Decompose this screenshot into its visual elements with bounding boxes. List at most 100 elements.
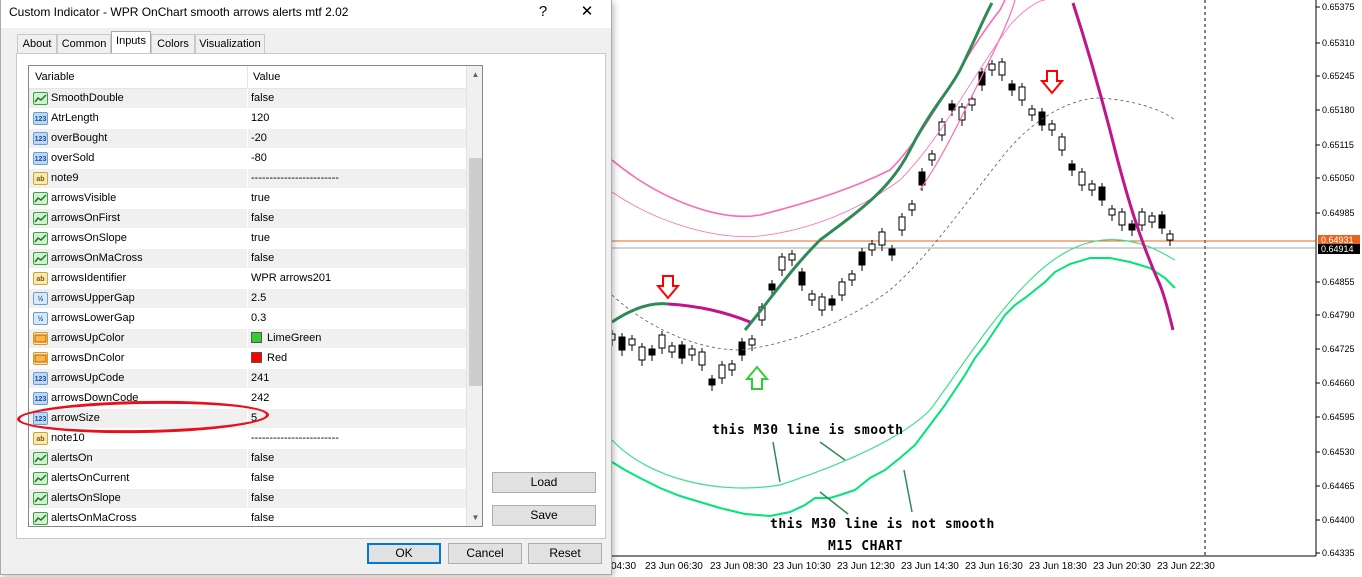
- table-row[interactable]: arrowsUpColor LimeGreen: [29, 329, 466, 349]
- ok-button[interactable]: OK: [367, 543, 441, 564]
- candle-body: [1138, 211, 1146, 226]
- table-row[interactable]: arrowsOnSlope true: [29, 229, 466, 249]
- tab-common[interactable]: Common: [57, 34, 111, 53]
- table-row[interactable]: arrowsOnFirst false: [29, 209, 466, 229]
- table-row[interactable]: arrowsOnMaCross false: [29, 249, 466, 269]
- column-variable[interactable]: Variable: [35, 71, 75, 83]
- save-button[interactable]: Save: [492, 505, 596, 526]
- param-value[interactable]: false: [251, 512, 274, 524]
- param-value[interactable]: 241: [251, 372, 269, 384]
- param-value[interactable]: ------------------------: [251, 172, 339, 184]
- table-row[interactable]: 123 arrowsUpCode 241: [29, 369, 466, 389]
- param-name: arrowsUpperGap: [51, 292, 135, 304]
- table-header: Variable Value: [29, 66, 466, 89]
- table-row[interactable]: ab note9 ------------------------: [29, 169, 466, 189]
- param-value[interactable]: false: [251, 452, 274, 464]
- annotation-not-smooth: this M30 line is not smooth: [770, 517, 995, 532]
- help-button[interactable]: ?: [523, 2, 563, 24]
- param-value[interactable]: false: [251, 472, 274, 484]
- param-value[interactable]: Red: [251, 352, 287, 364]
- param-value[interactable]: true: [251, 232, 270, 244]
- table-row[interactable]: 123 overSold -80: [29, 149, 466, 169]
- candle-body: [988, 63, 996, 71]
- param-value[interactable]: 2.5: [251, 292, 266, 304]
- param-value[interactable]: ------------------------: [251, 432, 339, 444]
- candle-body: [828, 298, 836, 306]
- param-value[interactable]: LimeGreen: [251, 332, 321, 344]
- param-type-icon: [33, 92, 48, 105]
- table-row[interactable]: 123 overBought -20: [29, 129, 466, 149]
- time-tick-label: 23 Jun 08:30: [710, 561, 768, 572]
- time-tick-label: 23 Jun 20:30: [1093, 561, 1151, 572]
- candle-body: [728, 363, 736, 371]
- candle-body: [698, 351, 706, 366]
- table-scrollbar[interactable]: ▲ ▼: [466, 66, 482, 526]
- table-row[interactable]: alertsOnMaCross false: [29, 509, 466, 526]
- param-value[interactable]: false: [251, 92, 274, 104]
- annotation-chart-period: M15 CHART: [828, 539, 903, 554]
- param-name: arrowsOnMaCross: [51, 252, 143, 264]
- param-type-icon: [33, 512, 48, 525]
- param-value[interactable]: false: [251, 212, 274, 224]
- param-value[interactable]: WPR arrows201: [251, 272, 331, 284]
- table-row[interactable]: ab arrowsIdentifier WPR arrows201: [29, 269, 466, 289]
- param-value[interactable]: 0.3: [251, 312, 266, 324]
- table-row[interactable]: alertsOnCurrent false: [29, 469, 466, 489]
- load-button[interactable]: Load: [492, 472, 596, 493]
- price-tag-bid: 0.64914: [1318, 244, 1360, 254]
- dialog-titlebar[interactable]: Custom Indicator - WPR OnChart smooth ar…: [1, 0, 611, 28]
- param-value[interactable]: false: [251, 252, 274, 264]
- param-value[interactable]: 120: [251, 112, 269, 124]
- close-button[interactable]: ✕: [567, 2, 607, 24]
- param-value[interactable]: 242: [251, 392, 269, 404]
- tab-visualization[interactable]: Visualization: [195, 34, 265, 53]
- tab-colors[interactable]: Colors: [151, 34, 195, 53]
- time-tick-label: 23 Jun 12:30: [837, 561, 895, 572]
- param-value[interactable]: true: [251, 192, 270, 204]
- cancel-button[interactable]: Cancel: [448, 543, 522, 564]
- candle-body: [678, 344, 686, 359]
- table-row[interactable]: arrowsDnColor Red: [29, 349, 466, 369]
- reset-button[interactable]: Reset: [528, 543, 602, 564]
- table-row[interactable]: 123 AtrLength 120: [29, 109, 466, 129]
- param-type-icon: [33, 472, 48, 485]
- candle-body: [688, 348, 696, 356]
- svg-text:0.64914: 0.64914: [1321, 244, 1354, 254]
- candle-body: [1058, 136, 1066, 151]
- param-value[interactable]: -20: [251, 132, 267, 144]
- candle-body: [638, 346, 646, 361]
- price-tick-label: 0.65310: [1322, 38, 1355, 48]
- tab-about[interactable]: About: [17, 34, 57, 53]
- annotation-smooth: this M30 line is smooth: [712, 423, 904, 438]
- scroll-down-icon[interactable]: ▼: [467, 509, 482, 526]
- candle-body: [1038, 111, 1046, 126]
- scroll-thumb[interactable]: [469, 158, 482, 386]
- color-swatch: [251, 332, 262, 343]
- candle-body: [1088, 183, 1096, 191]
- candle-body: [868, 243, 876, 251]
- candle-body: [648, 348, 656, 356]
- param-type-icon: ab: [33, 432, 48, 445]
- table-row[interactable]: alertsOnSlope false: [29, 489, 466, 509]
- table-row[interactable]: ½ arrowsLowerGap 0.3: [29, 309, 466, 329]
- param-type-icon: ½: [33, 312, 48, 325]
- scroll-up-icon[interactable]: ▲: [467, 66, 482, 83]
- param-type-icon: ab: [33, 272, 48, 285]
- param-name: arrowsLowerGap: [51, 312, 135, 324]
- param-name: alertsOnCurrent: [51, 472, 130, 484]
- param-name: note10: [51, 432, 85, 444]
- candle-body: [838, 281, 846, 296]
- inputs-panel: Variable Value SmoothDouble false 123 AtrLe…: [16, 53, 606, 539]
- table-row[interactable]: arrowsVisible true: [29, 189, 466, 209]
- table-row[interactable]: SmoothDouble false: [29, 89, 466, 109]
- param-type-icon: [33, 232, 48, 245]
- param-value[interactable]: false: [251, 492, 274, 504]
- param-value[interactable]: -80: [251, 152, 267, 164]
- tab-inputs[interactable]: Inputs: [111, 31, 151, 54]
- table-row[interactable]: alertsOn false: [29, 449, 466, 469]
- param-type-icon: [33, 492, 48, 505]
- column-value[interactable]: Value: [253, 71, 280, 83]
- price-tick-label: 0.64985: [1322, 208, 1355, 218]
- table-row[interactable]: ½ arrowsUpperGap 2.5: [29, 289, 466, 309]
- price-tick-label: 0.64465: [1322, 481, 1355, 491]
